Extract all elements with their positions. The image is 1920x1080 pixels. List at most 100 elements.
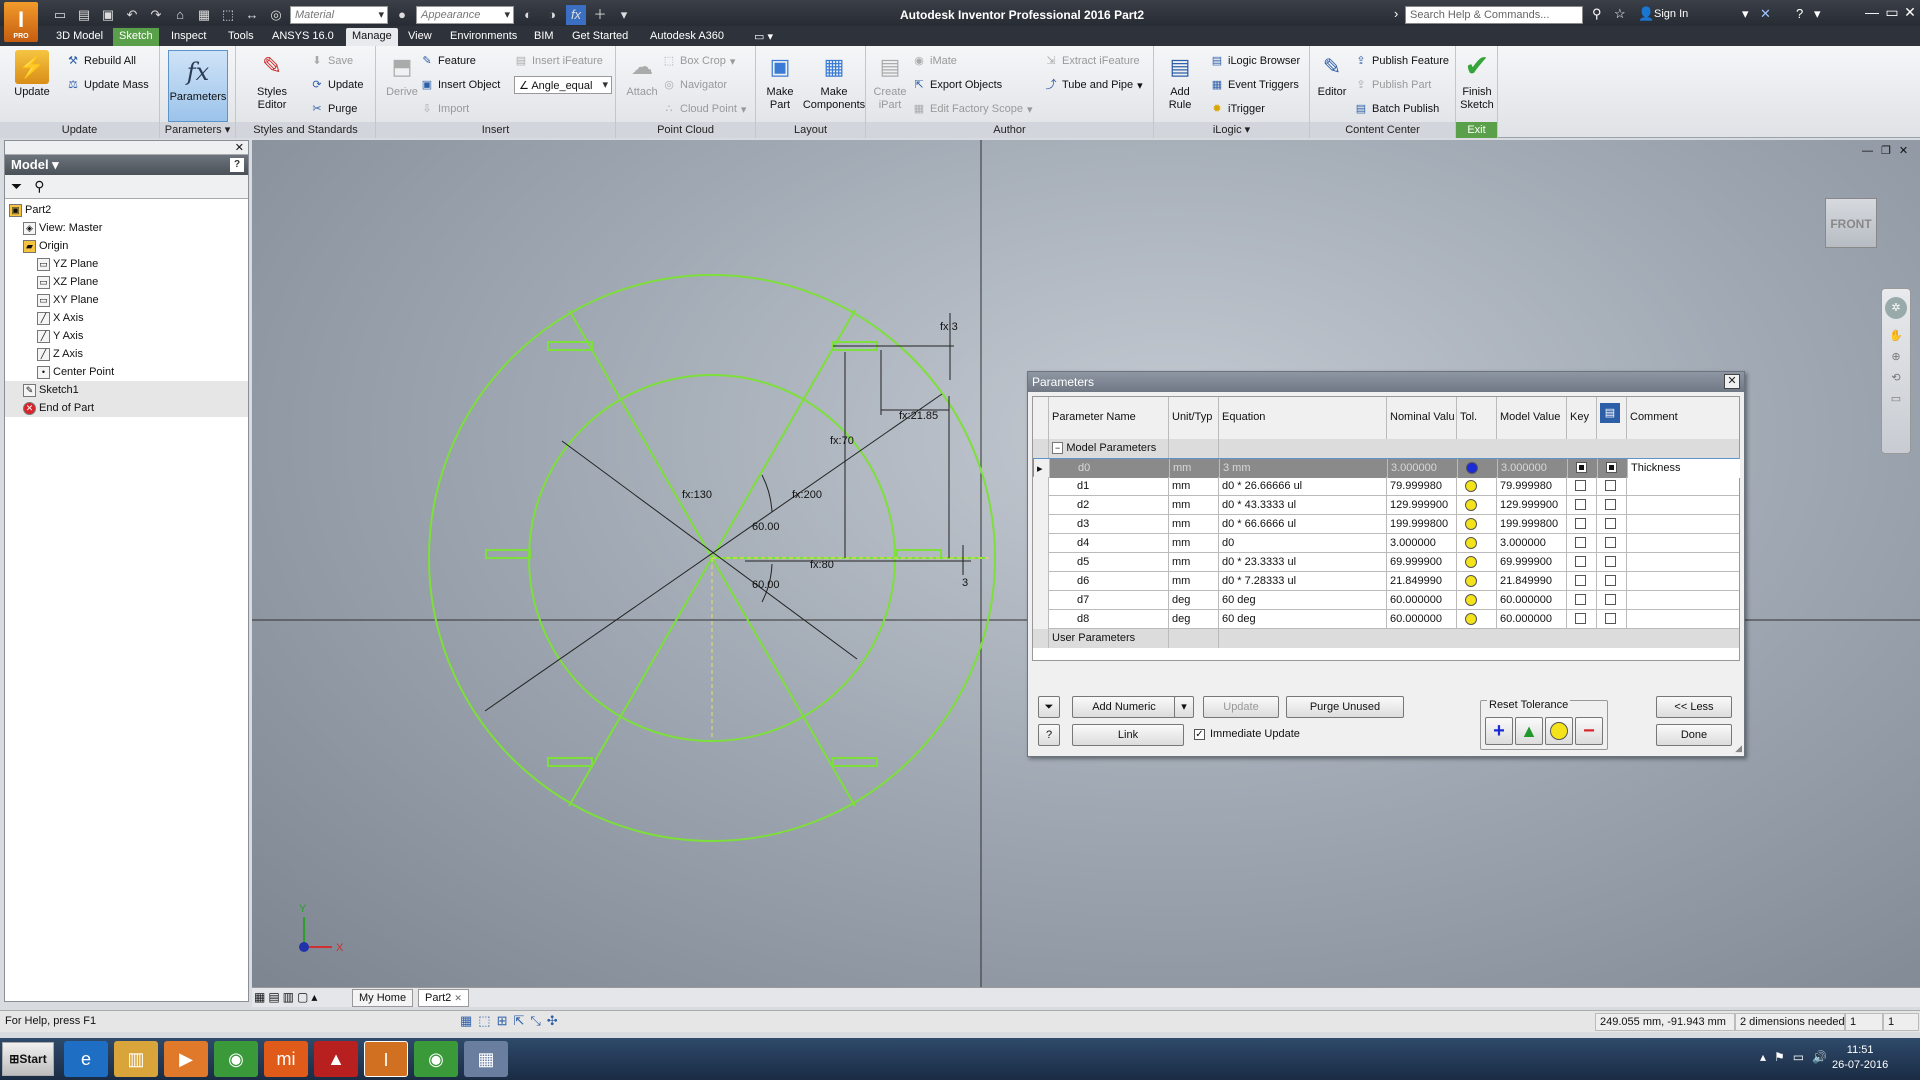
publish-feature-button[interactable]: ⇪ Publish Feature: [1354, 52, 1449, 70]
param-name-cell[interactable]: d8: [1049, 610, 1169, 629]
customize-icon[interactable]: ▾: [614, 5, 634, 25]
model-parameters-group-row[interactable]: − Model Parameters: [1033, 439, 1739, 458]
collapse-icon[interactable]: −: [1052, 442, 1064, 454]
export-parameter-header-icon[interactable]: ▤: [1597, 397, 1627, 439]
tab-3d-model[interactable]: 3D Model: [50, 28, 109, 46]
tree-item[interactable]: ▭ XY Plane: [5, 291, 248, 309]
add-numeric-button[interactable]: Add Numeric: [1072, 696, 1176, 718]
param-name-cell[interactable]: d4: [1049, 534, 1169, 553]
update-mass-button[interactable]: ⚖ Update Mass: [66, 76, 149, 94]
create-ipart-button[interactable]: ▤ Create iPart: [868, 50, 912, 112]
file-explorer-icon[interactable]: ▥: [114, 1041, 158, 1077]
pan-icon[interactable]: ✋: [1882, 329, 1910, 342]
tree-item[interactable]: ╱ Y Axis: [5, 327, 248, 345]
new-icon[interactable]: ▭: [50, 5, 70, 25]
tab-view[interactable]: View: [402, 28, 438, 46]
column-header[interactable]: Tol.: [1457, 397, 1497, 439]
styles-editor-button[interactable]: ✎ Styles Editor: [242, 50, 302, 112]
key-checkbox[interactable]: [1567, 572, 1597, 591]
parameter-row[interactable]: d4 mm d0 3.000000 3.000000: [1033, 534, 1739, 553]
browser-close-icon[interactable]: ✕: [235, 141, 244, 154]
browser-help-icon[interactable]: ?: [230, 158, 244, 172]
immediate-update-checkbox[interactable]: ✓ Immediate Update: [1194, 728, 1300, 740]
import-button[interactable]: ⇩ Import: [420, 100, 469, 118]
dimension-label[interactable]: fx:3: [940, 321, 958, 333]
export-checkbox[interactable]: [1597, 496, 1627, 515]
key-checkbox[interactable]: [1567, 534, 1597, 553]
parameters-dialog-titlebar[interactable]: Parameters ✕: [1028, 372, 1744, 392]
dropdown-icon[interactable]: ▾: [1742, 6, 1749, 22]
help-icon[interactable]: ?: [1796, 6, 1803, 21]
tolerance-cell[interactable]: [1457, 496, 1497, 515]
export-checkbox[interactable]: [1597, 610, 1627, 629]
redo-icon[interactable]: ↷: [146, 5, 166, 25]
exchange-icon[interactable]: ✕: [1760, 6, 1771, 22]
open-icon[interactable]: ▤: [74, 5, 94, 25]
export-objects-button[interactable]: ⇱ Export Objects: [912, 76, 1002, 94]
param-comment-cell[interactable]: [1627, 553, 1739, 572]
dimension-label[interactable]: 60.00: [752, 579, 780, 591]
tab-bim[interactable]: BIM: [528, 28, 560, 46]
publish-part-button[interactable]: ⇪ Publish Part: [1354, 76, 1431, 94]
tree-item[interactable]: ╱ X Axis: [5, 309, 248, 327]
extract-ifeature-button[interactable]: ⇲ Extract iFeature: [1044, 52, 1139, 70]
add-icon[interactable]: ＋: [590, 5, 610, 25]
autodesk-app-icon[interactable]: ▲: [314, 1041, 358, 1077]
rebuild-all-button[interactable]: ⚒ Rebuild All: [66, 52, 136, 70]
param-comment-cell[interactable]: [1627, 477, 1739, 496]
attach-button[interactable]: ☁ Attach: [620, 50, 664, 99]
key-checkbox[interactable]: [1567, 515, 1597, 534]
slot-rect[interactable]: [832, 757, 878, 767]
select-icon[interactable]: ⬚: [218, 5, 238, 25]
param-equation-cell[interactable]: d0 * 23.3333 ul: [1219, 553, 1387, 572]
tolerance-cell[interactable]: [1457, 591, 1497, 610]
key-checkbox[interactable]: [1567, 496, 1597, 515]
param-equation-cell[interactable]: 3 mm: [1220, 459, 1388, 478]
viewcube[interactable]: FRONT: [1825, 198, 1877, 248]
tab-tools[interactable]: Tools: [222, 28, 260, 46]
slot-rect[interactable]: [547, 757, 593, 767]
status-tool-icons[interactable]: ▦⬚⊞⇱⤡✣: [460, 1013, 564, 1029]
sketch-geometry[interactable]: [428, 274, 996, 842]
nominal-tolerance-button[interactable]: [1545, 717, 1573, 745]
orbit-icon[interactable]: ⟲: [1882, 371, 1910, 384]
favorites-icon[interactable]: ☆: [1614, 6, 1626, 22]
spoke-line[interactable]: [711, 557, 856, 807]
dimension-label[interactable]: fx:21.85: [899, 410, 938, 422]
export-checkbox[interactable]: [1597, 477, 1627, 496]
binoculars-icon[interactable]: ⚲: [1592, 6, 1602, 22]
steering-wheel-icon[interactable]: ✲: [1885, 297, 1907, 319]
tree-item[interactable]: ◈ View: Master: [5, 219, 248, 237]
help-button[interactable]: ?: [1038, 724, 1060, 746]
view-layout-icons[interactable]: ▦▤▥▢▴: [254, 990, 320, 1004]
viewport-restore-icon[interactable]: ❐: [1881, 145, 1899, 157]
param-comment-cell[interactable]: [1627, 534, 1739, 553]
param-unit-cell[interactable]: mm: [1169, 515, 1219, 534]
dimension-label[interactable]: 3: [962, 577, 968, 589]
param-unit-cell[interactable]: mm: [1169, 496, 1219, 515]
parameter-row[interactable]: d2 mm d0 * 43.3333 ul 129.999900 129.999900: [1033, 496, 1739, 515]
derive-button[interactable]: ⬒ Derive: [380, 50, 424, 99]
styles-update-button[interactable]: ⟳ Update: [310, 76, 363, 94]
param-name-cell[interactable]: d7: [1049, 591, 1169, 610]
tab-my-home[interactable]: My Home: [352, 989, 414, 1007]
tab-part2[interactable]: Part2 ✕: [418, 989, 469, 1007]
settings-icon[interactable]: ◎: [266, 5, 286, 25]
tab-autodesk-a360[interactable]: Autodesk A360: [644, 28, 730, 46]
spoke-line[interactable]: [568, 557, 713, 807]
angle-equal-combo[interactable]: ∠ Angle_equal: [514, 76, 612, 94]
event-triggers-button[interactable]: ▦ Event Triggers: [1210, 76, 1299, 94]
editor-button[interactable]: ✎ Editor: [1312, 50, 1352, 99]
param-unit-cell[interactable]: deg: [1169, 610, 1219, 629]
export-checkbox[interactable]: [1597, 534, 1627, 553]
param-unit-cell[interactable]: mm: [1169, 572, 1219, 591]
param-name-cell[interactable]: d3: [1049, 515, 1169, 534]
tree-item[interactable]: ▰ Origin: [5, 237, 248, 255]
navigator-button[interactable]: ◎ Navigator: [662, 76, 727, 94]
imate-button[interactable]: ◉ iMate: [912, 52, 957, 70]
tree-item[interactable]: • Center Point: [5, 363, 248, 381]
browser-header[interactable]: Model ▾ ?: [5, 155, 248, 175]
dimension-label[interactable]: fx:80: [810, 559, 834, 571]
export-checkbox[interactable]: [1598, 459, 1628, 478]
box-crop-button[interactable]: ⬚ Box Crop ▾: [662, 52, 736, 70]
